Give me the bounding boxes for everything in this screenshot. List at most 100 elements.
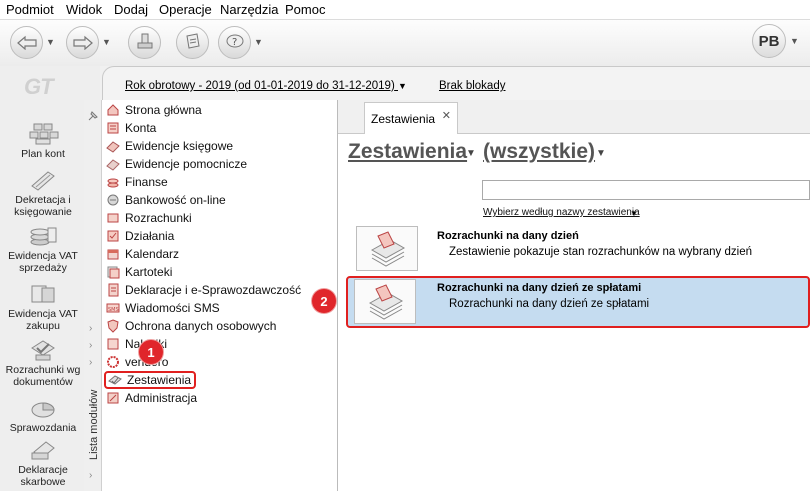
- dekretacja-icon: [31, 171, 55, 191]
- pin-icon[interactable]: [87, 110, 99, 122]
- module-zestawienia[interactable]: Zestawienia: [104, 371, 197, 389]
- chevron-right-icon[interactable]: ›: [89, 357, 92, 368]
- nav-sprawozdania[interactable]: Sprawozdania: [0, 396, 86, 434]
- finance-icon: [107, 178, 119, 188]
- reports-title-dropdown[interactable]: Zestawienia: [348, 140, 467, 164]
- module-label: Ewidencje księgowe: [125, 139, 234, 153]
- chevron-down-icon[interactable]: ▼: [790, 36, 799, 46]
- chevron-down-icon[interactable]: ▼: [596, 148, 606, 159]
- modules-list: Strona główna Konta Ewidencje księgowe E…: [102, 100, 338, 491]
- toolbar-back-button[interactable]: ▼: [10, 25, 55, 59]
- module-dzialania[interactable]: Działania: [106, 227, 174, 245]
- module-label: Działania: [125, 229, 175, 243]
- module-label: Deklaracje i e-Sprawozdawczość: [125, 283, 302, 297]
- menu-narzedzia[interactable]: Narzędzia: [220, 2, 279, 17]
- module-kalendarz[interactable]: Kalendarz: [106, 245, 179, 263]
- bank-icon: [107, 194, 119, 206]
- report-description: Rozrachunki na dany dzień ze spłatami: [449, 298, 650, 310]
- lock-status-link[interactable]: Brak blokady: [439, 80, 505, 92]
- nav-label: Sprawozdania: [9, 422, 77, 434]
- documents-icon: [185, 33, 200, 49]
- fiscal-year-label: Rok obrotowy - 2019 (od 01-01-2019 do 31…: [125, 80, 395, 92]
- shield-icon: [107, 319, 119, 333]
- report-title: Rozrachunki na dany dzień ze spłatami: [437, 282, 642, 294]
- module-deklaracje[interactable]: Deklaracje i e-Sprawozdawczość: [106, 281, 301, 299]
- nav-dekretacja[interactable]: Dekretacja i księgowanie: [0, 168, 86, 218]
- report-title: Rozrachunki na dany dzień: [437, 230, 579, 242]
- toolbar-tools-button[interactable]: [128, 25, 161, 59]
- module-label: Wiadomości SMS: [125, 301, 220, 315]
- module-administracja[interactable]: Administracja: [106, 389, 197, 407]
- close-icon[interactable]: ✕: [442, 109, 451, 122]
- chevron-down-icon: ▼: [46, 37, 55, 47]
- toolbar-docs-button[interactable]: [176, 25, 209, 59]
- module-konta[interactable]: Konta: [106, 119, 156, 137]
- menu-operacje[interactable]: Operacje: [159, 2, 212, 17]
- menu-widok[interactable]: Widok: [66, 2, 102, 17]
- module-ewidencje-ksiegowe[interactable]: Ewidencje księgowe: [106, 137, 233, 155]
- chevron-down-icon: ▼: [398, 81, 407, 91]
- chevron-down-icon: ▼: [254, 37, 263, 47]
- module-label: Finanse: [125, 175, 168, 189]
- toolbar-forward-button[interactable]: ▼: [66, 25, 111, 59]
- ledger-icon: [106, 141, 120, 153]
- accounts-icon: [107, 122, 119, 134]
- module-label: Ochrona danych osobowych: [125, 319, 277, 333]
- report-item-selected[interactable]: Rozrachunki na dany dzień ze spłatami Ro…: [346, 276, 810, 328]
- deklaracje-icon: [31, 441, 55, 460]
- module-label: Konta: [125, 121, 157, 135]
- chevron-right-icon[interactable]: ›: [89, 323, 92, 334]
- module-label: Kalendarz: [125, 247, 180, 261]
- tab-bar: Zestawienia ✕: [338, 100, 810, 134]
- arrow-back-icon: [16, 35, 37, 50]
- menu-dodaj[interactable]: Dodaj: [114, 2, 148, 17]
- module-kartoteki[interactable]: Kartoteki: [106, 263, 172, 281]
- annotation-badge-2: 2: [312, 289, 336, 313]
- nav-deklaracje[interactable]: Deklaracje skarbowe: [0, 438, 86, 488]
- fiscal-year-dropdown[interactable]: Rok obrotowy - 2019 (od 01-01-2019 do 31…: [125, 80, 407, 92]
- report-thumbnail: [354, 279, 416, 324]
- chevron-down-icon[interactable]: ▼: [466, 148, 476, 159]
- vat-sprzedaz-icon: [30, 227, 57, 246]
- module-ochrona-danych[interactable]: Ochrona danych osobowych: [106, 317, 276, 335]
- report-search-input[interactable]: [482, 180, 810, 200]
- category-filter-dropdown[interactable]: (wszystkie): [483, 140, 595, 164]
- nav-vat-zakupu[interactable]: Ewidencja VAT zakupu: [0, 282, 86, 332]
- filter-by-name-link[interactable]: Wybierz według nazwy zestawienia: [483, 207, 640, 218]
- chevron-right-icon[interactable]: ›: [89, 340, 92, 351]
- tab-label: Zestawienia: [371, 111, 436, 126]
- chevron-down-icon: ▼: [102, 37, 111, 47]
- menu-pomoc[interactable]: Pomoc: [285, 2, 325, 17]
- plan-kont-icon: [29, 123, 59, 145]
- module-finanse[interactable]: Finanse: [106, 173, 168, 191]
- calendar-icon: [107, 249, 119, 260]
- chevron-right-icon[interactable]: ›: [89, 470, 92, 481]
- chevron-down-icon[interactable]: ▼: [630, 209, 638, 218]
- nav-rozrachunki[interactable]: Rozrachunki wg dokumentów: [0, 338, 86, 388]
- help-icon: ?: [226, 34, 243, 48]
- module-rozrachunki[interactable]: Rozrachunki: [106, 209, 192, 227]
- module-ewidencje-pomocnicze[interactable]: Ewidencje pomocnicze: [106, 155, 247, 173]
- toolbar: ▼ ▼ ? ▼: [0, 20, 810, 66]
- nav-vat-sprzedazy[interactable]: Ewidencja VAT sprzedaży: [0, 224, 86, 274]
- report-stack-icon: [368, 283, 404, 320]
- module-bankowosc[interactable]: Bankowość on-line: [106, 191, 226, 209]
- module-label: Zestawienia: [127, 373, 192, 387]
- menu-podmiot[interactable]: Podmiot: [6, 2, 54, 17]
- nav-plan-kont[interactable]: Plan kont: [0, 122, 86, 160]
- sticker-icon: [107, 338, 119, 350]
- tab-zestawienia[interactable]: Zestawienia ✕: [364, 102, 458, 134]
- report-item[interactable]: Rozrachunki na dany dzień Zestawienie po…: [348, 224, 810, 274]
- module-wiadomosci-sms[interactable]: SMS Wiadomości SMS: [106, 299, 220, 317]
- user-avatar[interactable]: PB: [752, 24, 786, 58]
- nav-label: Ewidencja VAT zakupu: [8, 308, 78, 332]
- actions-icon: [107, 230, 119, 242]
- stamp-icon: [137, 33, 152, 49]
- module-strona-glowna[interactable]: Strona główna: [106, 101, 202, 119]
- admin-icon: [107, 392, 119, 404]
- module-label: Kartoteki: [125, 265, 173, 279]
- arrow-forward-icon: [72, 35, 93, 50]
- vat-zakup-icon: [31, 285, 55, 303]
- toolbar-help-button[interactable]: ? ▼: [218, 25, 263, 59]
- modules-list-label: Lista modułów: [88, 389, 100, 460]
